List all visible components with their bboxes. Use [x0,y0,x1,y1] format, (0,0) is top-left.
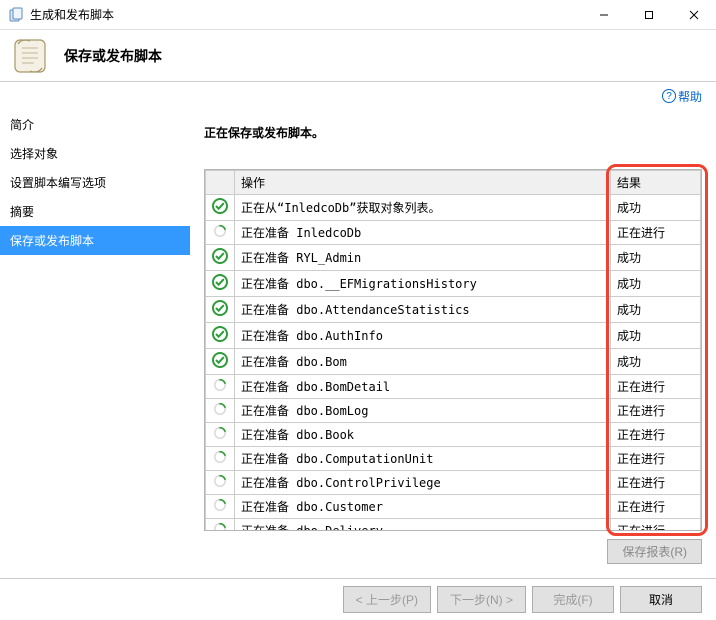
footer: < 上一步(P) 下一步(N) > 完成(F) 取消 [0,578,716,620]
action-cell: 正在准备 dbo.AuthInfo [235,323,611,349]
table-row: 正在从“InledcoDb”获取对象列表。成功 [206,195,701,221]
sidebar: 简介选择对象设置脚本编写选项摘要保存或发布脚本 [0,110,190,578]
result-cell: 成功 [611,245,701,271]
content: 正在保存或发布脚本。 操作 结果 正在从“InledcoDb”获取对象列表。成功… [190,110,716,578]
content-title: 正在保存或发布脚本。 [204,124,702,141]
maximize-button[interactable] [626,0,671,30]
table-row: 正在准备 dbo.Book正在进行 [206,423,701,447]
progress-icon [206,495,235,519]
sidebar-item-3[interactable]: 摘要 [0,197,190,226]
action-cell: 正在准备 RYL_Admin [235,245,611,271]
action-cell: 正在准备 dbo.AttendanceStatistics [235,297,611,323]
action-cell: 正在准备 dbo.ComputationUnit [235,447,611,471]
progress-icon [206,423,235,447]
success-icon [206,349,235,375]
result-cell: 正在进行 [611,375,701,399]
progress-icon [206,221,235,245]
table-row: 正在准备 dbo.ControlPrivilege正在进行 [206,471,701,495]
finish-button[interactable]: 完成(F) [532,586,614,613]
table-row: 正在准备 dbo.Customer正在进行 [206,495,701,519]
result-cell: 成功 [611,195,701,221]
result-cell: 正在进行 [611,447,701,471]
progress-icon [206,471,235,495]
col-icon [206,171,235,195]
table-row: 正在准备 dbo.AuthInfo成功 [206,323,701,349]
app-icon [8,7,24,23]
col-result: 结果 [611,171,701,195]
script-scroll-icon [12,36,52,76]
success-icon [206,245,235,271]
action-cell: 正在准备 dbo.Customer [235,495,611,519]
toolbar: ? 帮助 [0,82,716,110]
prev-button[interactable]: < 上一步(P) [343,586,431,613]
minimize-button[interactable] [581,0,626,30]
cancel-button[interactable]: 取消 [620,586,702,613]
success-icon [206,195,235,221]
result-cell: 正在进行 [611,221,701,245]
action-cell: 正在准备 InledcoDb [235,221,611,245]
progress-icon [206,447,235,471]
result-cell: 成功 [611,297,701,323]
action-cell: 正在准备 dbo.Bom [235,349,611,375]
save-report-row: 保存报表(R) [204,539,702,564]
result-cell: 正在进行 [611,519,701,531]
action-cell: 正在准备 dbo.BomLog [235,399,611,423]
table-row: 正在准备 dbo.__EFMigrationsHistory成功 [206,271,701,297]
action-cell: 正在准备 dbo.Book [235,423,611,447]
action-cell: 正在准备 dbo.BomDetail [235,375,611,399]
result-cell: 成功 [611,323,701,349]
main-area: 简介选择对象设置脚本编写选项摘要保存或发布脚本 正在保存或发布脚本。 操作 结果… [0,110,716,578]
sidebar-item-0[interactable]: 简介 [0,110,190,139]
progress-icon [206,519,235,531]
table-row: 正在准备 dbo.AttendanceStatistics成功 [206,297,701,323]
table-row: 正在准备 dbo.ComputationUnit正在进行 [206,447,701,471]
result-cell: 正在进行 [611,495,701,519]
sidebar-item-1[interactable]: 选择对象 [0,139,190,168]
next-button[interactable]: 下一步(N) > [437,586,526,613]
sidebar-item-4[interactable]: 保存或发布脚本 [0,226,190,255]
col-action: 操作 [235,171,611,195]
close-button[interactable] [671,0,716,30]
progress-table-scroll[interactable]: 操作 结果 正在从“InledcoDb”获取对象列表。成功正在准备 Inledc… [205,170,701,530]
progress-icon [206,399,235,423]
result-cell: 正在进行 [611,399,701,423]
window-title: 生成和发布脚本 [30,6,581,23]
progress-table-wrap: 操作 结果 正在从“InledcoDb”获取对象列表。成功正在准备 Inledc… [204,169,702,531]
table-row: 正在准备 RYL_Admin成功 [206,245,701,271]
help-icon: ? [662,89,676,103]
header-title: 保存或发布脚本 [64,46,162,66]
action-cell: 正在准备 dbo.Delivery [235,519,611,531]
table-row: 正在准备 dbo.BomDetail正在进行 [206,375,701,399]
save-report-button[interactable]: 保存报表(R) [607,539,702,564]
header-banner: 保存或发布脚本 [0,30,716,82]
result-cell: 正在进行 [611,423,701,447]
table-row: 正在准备 dbo.Bom成功 [206,349,701,375]
result-cell: 成功 [611,271,701,297]
table-row: 正在准备 dbo.Delivery正在进行 [206,519,701,531]
progress-icon [206,375,235,399]
progress-table: 操作 结果 正在从“InledcoDb”获取对象列表。成功正在准备 Inledc… [205,170,701,530]
action-cell: 正在从“InledcoDb”获取对象列表。 [235,195,611,221]
success-icon [206,271,235,297]
titlebar: 生成和发布脚本 [0,0,716,30]
sidebar-item-2[interactable]: 设置脚本编写选项 [0,168,190,197]
action-cell: 正在准备 dbo.ControlPrivilege [235,471,611,495]
table-row: 正在准备 InledcoDb正在进行 [206,221,701,245]
success-icon [206,323,235,349]
success-icon [206,297,235,323]
action-cell: 正在准备 dbo.__EFMigrationsHistory [235,271,611,297]
result-cell: 正在进行 [611,471,701,495]
table-row: 正在准备 dbo.BomLog正在进行 [206,399,701,423]
window-controls [581,0,716,30]
help-link[interactable]: ? 帮助 [662,88,702,105]
result-cell: 成功 [611,349,701,375]
help-label: 帮助 [678,88,702,105]
